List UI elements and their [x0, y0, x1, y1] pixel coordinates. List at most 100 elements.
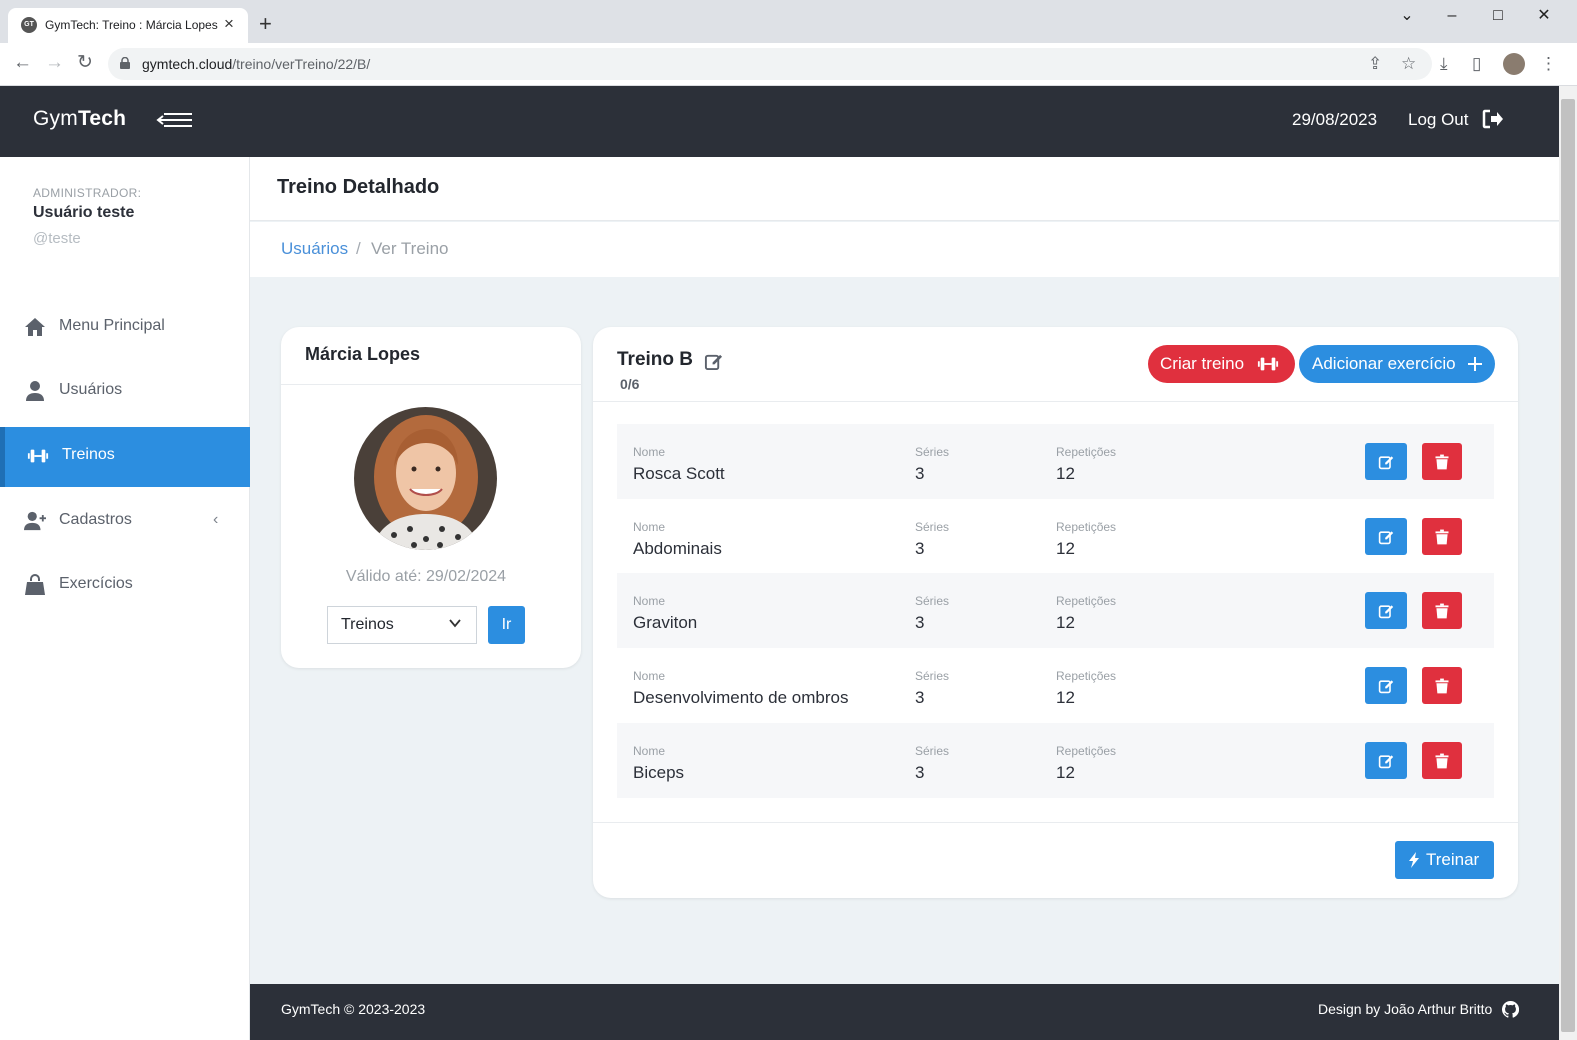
- browser-tab[interactable]: GT GymTech: Treino : Márcia Lopes ×: [8, 8, 248, 43]
- sidebar-item-label: Menu Principal: [59, 317, 165, 334]
- edit-icon: [1378, 754, 1394, 768]
- edit-icon: [1378, 455, 1394, 469]
- trash-icon: [1435, 454, 1449, 469]
- dumbbell-icon: [1257, 357, 1279, 371]
- breadcrumb-link-usuarios[interactable]: Usuários: [281, 239, 348, 259]
- bag-icon: [25, 574, 45, 595]
- new-tab-icon[interactable]: +: [259, 13, 272, 35]
- sidebar-item-usuarios[interactable]: Usuários: [0, 362, 250, 422]
- logout-button[interactable]: Log Out: [1408, 109, 1503, 130]
- tab-title: GymTech: Treino : Márcia Lopes: [45, 18, 218, 32]
- workout-card: Treino B 0/6 Criar treino Adicionar exer…: [593, 327, 1518, 898]
- profile-name: Márcia Lopes: [305, 344, 421, 364]
- user-plus-icon: [24, 511, 46, 531]
- exercise-reps: 12: [1056, 613, 1075, 632]
- sidebar-item-exercicios[interactable]: Exercícios: [0, 556, 250, 616]
- avatar: [354, 407, 497, 550]
- profile-card: Márcia Lopes Válido até: 29/02/2024 Trei…: [281, 327, 581, 668]
- brand-logo[interactable]: GymTech: [33, 107, 126, 131]
- exercise-series: 3: [915, 688, 925, 707]
- browser-toolbar: ← → ↻ gymtech.cloud/treino/verTreino/22/…: [0, 43, 1577, 86]
- exercise-row: Nome Abdominais Séries 3 Repetições 12: [617, 499, 1494, 574]
- delete-exercise-button[interactable]: [1422, 443, 1462, 480]
- chevron-left-icon: ‹: [213, 511, 219, 528]
- breadcrumb: Usuários / Ver Treino: [250, 222, 1559, 277]
- divider: [593, 822, 1518, 823]
- delete-exercise-button[interactable]: [1422, 667, 1462, 704]
- maximize-icon[interactable]: □: [1483, 6, 1513, 26]
- train-button[interactable]: Treinar: [1395, 841, 1494, 879]
- col-label-reps: Repetições: [1056, 669, 1117, 683]
- add-exercise-label: Adicionar exercício: [1312, 354, 1456, 373]
- exercise-row: Nome Biceps Séries 3 Repetições 12: [617, 723, 1494, 798]
- back-icon[interactable]: ←: [13, 53, 32, 73]
- delete-exercise-button[interactable]: [1422, 592, 1462, 629]
- favicon-icon: GT: [21, 17, 37, 33]
- exercise-reps: 12: [1056, 539, 1075, 558]
- browser-tab-strip: GT GymTech: Treino : Márcia Lopes × + ⌄ …: [0, 0, 1577, 43]
- side-panel-icon[interactable]: ▯: [1472, 53, 1481, 75]
- trash-icon: [1435, 678, 1449, 693]
- user-role: ADMINISTRADOR:: [33, 186, 142, 200]
- sidebar-item-treinos[interactable]: Treinos: [0, 427, 250, 487]
- address-bar[interactable]: gymtech.cloud/treino/verTreino/22/B/: [108, 48, 1432, 80]
- exercise-name: Abdominais: [633, 539, 722, 558]
- reload-icon[interactable]: ↻: [77, 53, 93, 73]
- exercise-reps: 12: [1056, 688, 1075, 707]
- sidebar-item-menu-principal[interactable]: Menu Principal: [0, 298, 250, 358]
- col-label-reps: Repetições: [1056, 744, 1117, 758]
- url-text: gymtech.cloud/treino/verTreino/22/B/: [142, 56, 371, 72]
- workout-title: Treino B: [617, 349, 694, 370]
- tab-close-icon[interactable]: ×: [224, 14, 234, 34]
- scrollbar-thumb[interactable]: [1561, 99, 1575, 1032]
- footer: GymTech © 2023-2023 Design by João Arthu…: [250, 984, 1559, 1040]
- delete-exercise-button[interactable]: [1422, 518, 1462, 555]
- forward-icon[interactable]: →: [45, 53, 64, 73]
- col-label-name: Nome: [633, 520, 666, 534]
- edit-exercise-button[interactable]: [1365, 667, 1407, 704]
- col-label-name: Nome: [633, 669, 666, 683]
- sidebar: ADMINISTRADOR: Usuário teste @teste Menu…: [0, 157, 250, 1040]
- divider: [281, 384, 581, 385]
- tab-search-icon[interactable]: ⌄: [1392, 6, 1422, 26]
- create-workout-label: Criar treino: [1160, 354, 1245, 373]
- trash-icon: [1435, 603, 1449, 618]
- menu-toggle-icon[interactable]: [156, 111, 193, 129]
- add-exercise-button[interactable]: Adicionar exercício: [1299, 345, 1495, 383]
- minimize-icon[interactable]: –: [1437, 6, 1467, 26]
- sidebar-item-cadastros[interactable]: Cadastros ‹: [0, 492, 250, 552]
- sidebar-item-label: Usuários: [59, 381, 123, 398]
- more-menu-icon[interactable]: ⋮: [1540, 53, 1557, 75]
- col-label-name: Nome: [633, 594, 666, 608]
- profile-avatar-icon[interactable]: [1503, 53, 1525, 75]
- bookmark-star-icon[interactable]: ☆: [1401, 53, 1416, 75]
- share-icon[interactable]: ⇪: [1368, 53, 1382, 75]
- window-close-icon[interactable]: ✕: [1529, 6, 1559, 26]
- edit-exercise-button[interactable]: [1365, 592, 1407, 629]
- workout-select[interactable]: Treinos: [327, 606, 477, 644]
- download-icon[interactable]: ⤓: [1440, 53, 1448, 75]
- delete-exercise-button[interactable]: [1422, 742, 1462, 779]
- exercise-reps: 12: [1056, 763, 1075, 782]
- breadcrumb-current: Ver Treino: [371, 239, 449, 258]
- exercise-series: 3: [915, 464, 925, 483]
- select-value: Treinos: [341, 616, 394, 633]
- footer-credit[interactable]: Design by João Arthur Britto: [1318, 1001, 1519, 1018]
- col-label-name: Nome: [633, 744, 666, 758]
- edit-exercise-button[interactable]: [1365, 443, 1407, 480]
- col-label-reps: Repetições: [1056, 520, 1117, 534]
- edit-icon: [1378, 679, 1394, 693]
- create-workout-button[interactable]: Criar treino: [1148, 345, 1295, 383]
- github-icon: [1502, 1001, 1519, 1018]
- col-label-reps: Repetições: [1056, 445, 1117, 459]
- exercise-row: Nome Rosca Scott Séries 3 Repetições 12: [617, 424, 1494, 499]
- go-button[interactable]: Ir: [488, 606, 525, 644]
- logout-label: Log Out: [1408, 110, 1469, 129]
- edit-exercise-button[interactable]: [1365, 742, 1407, 779]
- edit-workout-icon[interactable]: [704, 352, 723, 371]
- col-label-series: Séries: [915, 520, 950, 534]
- footer-credit-text: Design by João Arthur Britto: [1318, 1001, 1493, 1017]
- main-content: Treino Detalhado Usuários / Ver Treino M…: [250, 157, 1559, 984]
- col-label-reps: Repetições: [1056, 594, 1117, 608]
- edit-exercise-button[interactable]: [1365, 518, 1407, 555]
